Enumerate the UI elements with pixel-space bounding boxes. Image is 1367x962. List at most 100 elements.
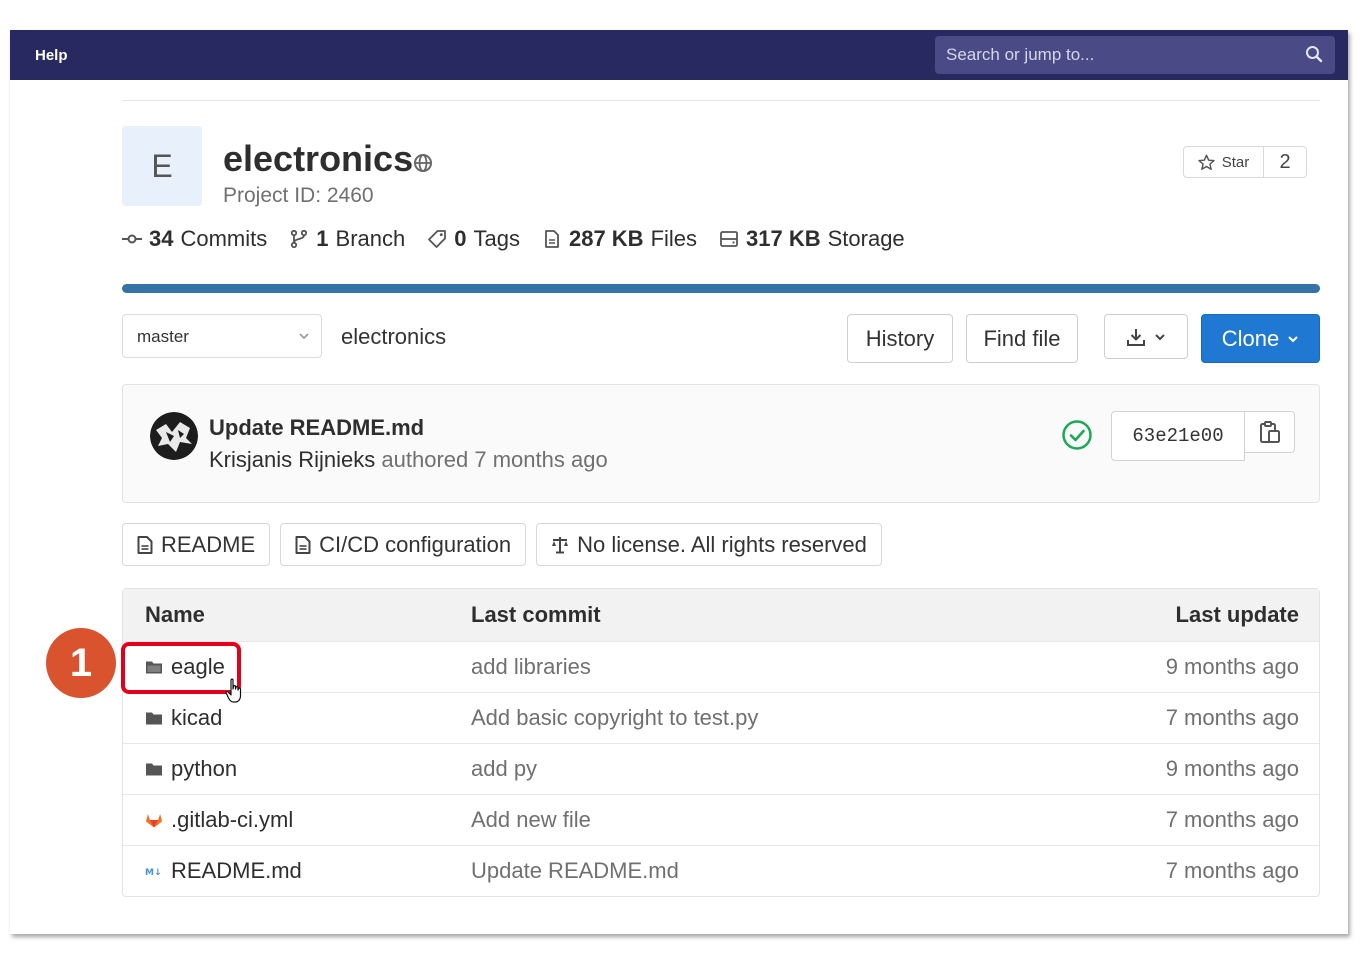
table-row[interactable]: kicad Add basic copyright to test.py 7 m…	[123, 692, 1319, 743]
table-row[interactable]: python add py 9 months ago	[123, 743, 1319, 794]
branch-icon	[291, 229, 308, 249]
divider	[122, 100, 1320, 101]
row-commit-message[interactable]: Add new file	[471, 807, 591, 833]
download-icon	[1127, 328, 1145, 346]
browser-page: Help E electronics Project ID: 2460 Star…	[10, 30, 1348, 934]
stat-branches[interactable]: 1 Branch	[289, 226, 405, 252]
file-icon	[545, 230, 559, 248]
folder-icon	[146, 763, 162, 776]
commit-meta: Krisjanis Rijnieks authored 7 months ago	[209, 447, 608, 473]
commit-author[interactable]: Krisjanis Rijnieks	[209, 447, 375, 472]
commit-sha-group: 63e21e00	[1111, 411, 1295, 461]
row-updated: 9 months ago	[1165, 756, 1299, 781]
row-updated: 9 months ago	[1165, 654, 1299, 679]
project-id: Project ID: 2460	[223, 184, 374, 207]
header-last-commit: Last commit	[471, 602, 601, 627]
table-header: Name Last commit Last update	[123, 589, 1319, 641]
chevron-down-icon	[299, 333, 309, 340]
row-commit-message[interactable]: add py	[471, 756, 537, 782]
stat-files-value: 287 KB	[568, 226, 644, 251]
file-name[interactable]: python	[171, 756, 237, 782]
chevron-down-icon	[1155, 333, 1165, 340]
gitlab-icon	[146, 814, 162, 828]
file-name-cell[interactable]: M↓ README.md	[145, 858, 302, 884]
row-commit-message[interactable]: add libraries	[471, 654, 591, 680]
cicd-config-link[interactable]: CI/CD configuration	[280, 523, 527, 566]
download-button[interactable]	[1104, 314, 1188, 359]
globe-icon	[414, 154, 432, 172]
search-box[interactable]	[935, 36, 1335, 74]
project-avatar[interactable]: E	[122, 126, 202, 206]
tag-icon	[428, 230, 447, 248]
doc-icon	[137, 535, 153, 554]
search-icon[interactable]	[1305, 45, 1323, 63]
license-link[interactable]: No license. All rights reserved	[536, 523, 882, 566]
author-avatar[interactable]	[150, 412, 198, 460]
highlight-box	[121, 642, 241, 694]
file-tree-table: Name Last commit Last update eagle add l…	[122, 588, 1320, 897]
storage-icon	[720, 231, 738, 247]
history-button[interactable]: History	[847, 314, 953, 363]
file-name-cell[interactable]: python	[145, 756, 237, 782]
step-number-badge: 1	[46, 628, 116, 698]
pipeline-passed-icon[interactable]	[1061, 419, 1093, 451]
table-row[interactable]: eagle add libraries 9 months ago	[123, 641, 1319, 692]
file-name[interactable]: README.md	[171, 858, 302, 884]
cicd-config-label: CI/CD configuration	[319, 531, 512, 557]
stat-storage[interactable]: 317 KB Storage	[719, 226, 905, 252]
table-row[interactable]: .gitlab-ci.yml Add new file 7 months ago	[123, 794, 1319, 845]
folder-icon	[146, 712, 162, 725]
stat-commits-label: Commits	[180, 226, 268, 251]
stat-files-label: Files	[650, 226, 698, 251]
commit-title[interactable]: Update README.md	[209, 415, 424, 441]
markdown-icon: M↓	[145, 868, 162, 878]
project-quick-links: README CI/CD configuration No license. A…	[122, 523, 882, 566]
commit-sha[interactable]: 63e21e00	[1111, 411, 1245, 461]
commit-time: authored 7 months ago	[381, 447, 608, 472]
stat-commits-value: 34	[149, 226, 174, 251]
row-commit-message[interactable]: Update README.md	[471, 858, 679, 884]
stat-tags-label: Tags	[473, 226, 520, 251]
chevron-down-icon	[1288, 335, 1298, 342]
stat-tags[interactable]: 0 Tags	[427, 226, 520, 252]
license-label: No license. All rights reserved	[577, 531, 867, 557]
readme-link[interactable]: README	[122, 523, 271, 566]
row-updated: 7 months ago	[1165, 807, 1299, 832]
branch-dropdown[interactable]: master	[122, 314, 322, 358]
file-name-cell[interactable]: .gitlab-ci.yml	[145, 807, 293, 833]
star-label: Star	[1221, 153, 1250, 171]
star-icon	[1198, 154, 1215, 170]
file-name[interactable]: kicad	[171, 705, 222, 731]
hand-cursor-icon	[225, 678, 242, 703]
clone-label: Clone	[1221, 325, 1280, 351]
top-navbar: Help	[10, 30, 1348, 80]
last-commit-panel: Update README.md Krisjanis Rijnieks auth…	[122, 384, 1320, 503]
header-last-update: Last update	[1175, 602, 1299, 627]
stat-storage-label: Storage	[827, 226, 905, 251]
clipboard-icon	[1259, 421, 1280, 443]
row-commit-message[interactable]: Add basic copyright to test.py	[471, 705, 758, 731]
project-stats: 34 Commits 1 Branch 0 Tags 287 KB Files …	[122, 226, 905, 252]
row-updated: 7 months ago	[1165, 705, 1299, 730]
row-updated: 7 months ago	[1165, 858, 1299, 883]
nav-help-link[interactable]: Help	[35, 47, 68, 64]
commit-icon	[122, 234, 142, 244]
svg-text:M↓: M↓	[145, 868, 162, 878]
star-button[interactable]: Star 2	[1183, 146, 1307, 178]
stat-files[interactable]: 287 KB Files	[542, 226, 697, 252]
stat-tags-value: 0	[454, 226, 467, 251]
header-name: Name	[145, 602, 205, 627]
star-count[interactable]: 2	[1264, 147, 1306, 177]
scale-icon	[552, 536, 569, 553]
clone-button[interactable]: Clone	[1201, 314, 1320, 363]
breadcrumb[interactable]: electronics	[341, 324, 446, 350]
file-name-cell[interactable]: kicad	[145, 705, 222, 731]
table-row[interactable]: M↓ README.md Update README.md 7 months a…	[123, 845, 1319, 896]
copy-sha-button[interactable]	[1245, 411, 1295, 453]
stat-branches-value: 1	[316, 226, 329, 251]
star-toggle[interactable]: Star	[1184, 147, 1264, 177]
stat-commits[interactable]: 34 Commits	[122, 226, 267, 252]
file-name[interactable]: .gitlab-ci.yml	[171, 807, 293, 833]
search-input[interactable]	[935, 36, 1335, 74]
find-file-button[interactable]: Find file	[966, 314, 1078, 363]
